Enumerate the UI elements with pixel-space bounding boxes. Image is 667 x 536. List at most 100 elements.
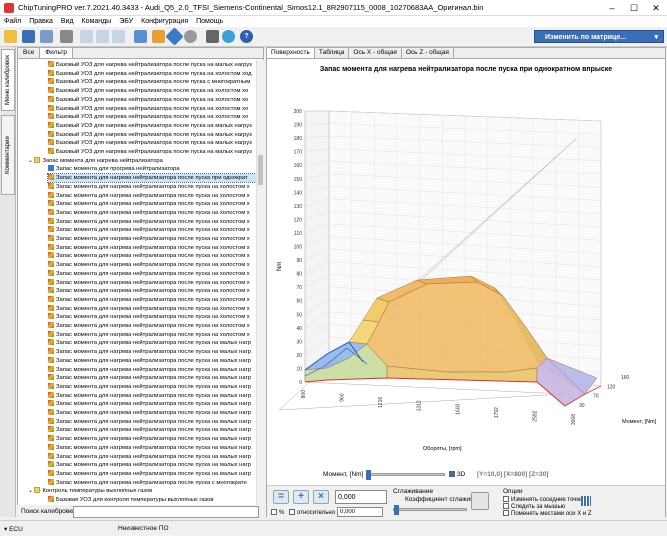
menu-help[interactable]: Помощь: [192, 16, 227, 27]
tree-item[interactable]: Базовая УОЗ для контроля температуры вых…: [48, 496, 256, 504]
torque-slider[interactable]: [366, 470, 445, 480]
tree-item[interactable]: Базовый УОЗ для нагрева нейтрализатора п…: [48, 61, 256, 69]
tree-item[interactable]: Базовый УОЗ для нагрева нейтрализатора п…: [48, 130, 256, 139]
tree-item[interactable]: Запас момента для нагрева нейтрализатора…: [48, 461, 256, 469]
tab-table[interactable]: Таблица: [315, 48, 350, 58]
set-value-button[interactable]: =: [273, 490, 289, 504]
tree-item[interactable]: Базовый УОЗ для нагрева нейтрализатора п…: [48, 69, 256, 78]
tree-item[interactable]: Запас момента для нагрева нейтрализатора…: [48, 339, 256, 347]
tree-item[interactable]: Запас момента для нагрева нейтрализатора…: [48, 269, 256, 278]
tree-item[interactable]: Запас момента для нагрева нейтрализатора…: [48, 478, 256, 487]
smoothing-slider[interactable]: [393, 505, 467, 515]
tree-group[interactable]: ⌄ Запас момента для нагрева нейтрализато…: [28, 156, 256, 165]
tree-item[interactable]: Запас момента для нагрева нейтрализатора…: [48, 191, 256, 200]
tree-item[interactable]: Базовый УОЗ для нагрева нейтрализатора п…: [48, 95, 256, 104]
save-icon[interactable]: [22, 30, 35, 43]
menu-commands[interactable]: Команды: [78, 16, 116, 27]
tree-item[interactable]: Базовый УОЗ для нагрева нейтрализатора п…: [48, 139, 256, 147]
search-icon[interactable]: [184, 30, 197, 43]
maximize-button[interactable]: ☐: [623, 0, 645, 16]
tab-axis-z[interactable]: Ось Z - общая: [402, 48, 454, 58]
side-tab-calibrations[interactable]: Меню калибровок: [1, 49, 15, 111]
tree-item[interactable]: Запас момента для нагрева нейтрализатора…: [48, 426, 256, 434]
tree-item[interactable]: Запас момента для нагрева нейтрализатора…: [48, 322, 256, 330]
tree-item[interactable]: Базовый УОЗ для нагрева нейтрализатора п…: [48, 87, 256, 95]
save-as-icon[interactable]: [40, 30, 53, 43]
tree-item[interactable]: Базовый УОЗ для нагрева нейтрализатора п…: [48, 78, 256, 86]
copy-icon[interactable]: [80, 30, 93, 43]
menu-ecu[interactable]: ЭБУ: [115, 16, 137, 27]
minimize-button[interactable]: –: [601, 0, 623, 16]
search-input[interactable]: [73, 506, 259, 518]
tree-item[interactable]: Запас момента для нагрева нейтрализатора…: [48, 278, 256, 287]
mode-3d-checkbox[interactable]: [449, 471, 455, 477]
tools-icon[interactable]: [152, 30, 165, 43]
tree-item[interactable]: Запас момента для нагрева нейтрализатора…: [48, 443, 256, 452]
tree-item[interactable]: Запас момента для нагрева нейтрализатора…: [48, 295, 256, 304]
globe-icon[interactable]: [222, 30, 235, 43]
tree-item[interactable]: Запас момента для нагрева нейтрализатора…: [48, 435, 256, 443]
menu-config[interactable]: Конфигурация: [137, 16, 192, 27]
tree-item[interactable]: Запас момента для нагрева нейтрализатора…: [48, 182, 256, 191]
tree-item[interactable]: Запас момента для нагрева нейтрализатора…: [48, 252, 256, 260]
smooth-apply-icon[interactable]: [471, 492, 489, 510]
open-folder-icon[interactable]: [4, 30, 17, 43]
tree-item[interactable]: Запас момента для нагрева нейтрализатора…: [48, 391, 256, 400]
connect-icon[interactable]: [206, 30, 219, 43]
tab-axis-x[interactable]: Ось X - общая: [349, 48, 402, 58]
side-tab-comments[interactable]: Комментарии: [1, 115, 15, 195]
tree-item[interactable]: Запас момента для нагрева нейтрализатора…: [48, 243, 256, 252]
tree-item[interactable]: Базовый УОЗ для нагрева нейтрализатора п…: [48, 121, 256, 130]
multiply-value-button[interactable]: ×: [313, 490, 329, 504]
percent-checkbox[interactable]: [271, 509, 277, 515]
tree-item[interactable]: Запас момента для нагрева нейтрализатора…: [48, 226, 256, 234]
print-icon[interactable]: [60, 30, 73, 43]
tree-item[interactable]: Запас момента для нагрева нейтрализатора…: [48, 330, 256, 339]
paste-icon[interactable]: [96, 30, 109, 43]
tree-item[interactable]: Запас момента для нагрева нейтрализатора…: [48, 365, 256, 374]
tree-item[interactable]: Запас момента для нагрева нейтрализатора…: [48, 374, 256, 382]
tree-item[interactable]: Запас момента для нагрева нейтрализатора…: [48, 452, 256, 461]
menu-view[interactable]: Вид: [57, 16, 78, 27]
change-by-matrix-button[interactable]: Изменить по матрице... ▾: [534, 30, 664, 43]
tree-item[interactable]: Запас момента для нагрева нейтрализатора…: [48, 400, 256, 408]
tree-item[interactable]: Запас момента для нагрева нейтрализатора…: [48, 200, 256, 208]
tree-item[interactable]: Базовый УОЗ для нагрева нейтрализатора п…: [48, 148, 256, 156]
tab-filter[interactable]: Фильтр: [40, 48, 74, 58]
close-button[interactable]: ✕: [645, 0, 667, 16]
tree-item[interactable]: Запас момента для нагрева нейтрализатора…: [48, 469, 256, 478]
tree-item[interactable]: Запас момента для нагрева нейтрализатора…: [47, 173, 256, 184]
value-input[interactable]: [335, 490, 387, 504]
tree-item[interactable]: Запас момента для нагрева нейтрализатора…: [48, 287, 256, 295]
tree-item[interactable]: Базовый УОЗ для нагрева нейтрализатора п…: [48, 104, 256, 113]
tree-item[interactable]: Запас момента для нагрева нейтрализатора…: [48, 235, 256, 243]
option-neighbors-checkbox[interactable]: [503, 496, 509, 502]
diamond-icon[interactable]: [165, 27, 184, 46]
tree-item[interactable]: Запас момента для нагрева нейтрализатора…: [48, 348, 256, 356]
graph-icon[interactable]: [134, 30, 147, 43]
tab-all[interactable]: Все: [18, 48, 41, 58]
tree-item[interactable]: Запас момента для нагрева нейтрализатора…: [48, 217, 256, 226]
tree-item[interactable]: Запас момента для нагрева нейтрализатора…: [48, 208, 256, 217]
grid-icon[interactable]: [581, 496, 591, 506]
option-swap-axes-checkbox[interactable]: [503, 510, 509, 516]
tree-item[interactable]: Запас момента для прогрева нейтрализатор…: [48, 165, 256, 173]
tree-scrollbar[interactable]: [256, 60, 264, 536]
tree-item[interactable]: Запас момента для нагрева нейтрализатора…: [48, 382, 256, 391]
menu-edit[interactable]: Правка: [25, 16, 57, 27]
relative-input[interactable]: [337, 507, 383, 517]
tree-item[interactable]: Базовый УОЗ для нагрева нейтрализатора п…: [48, 113, 256, 121]
tree-item[interactable]: Запас момента для нагрева нейтрализатора…: [48, 409, 256, 417]
tree-item[interactable]: Запас момента для нагрева нейтрализатора…: [48, 313, 256, 321]
help-icon[interactable]: ?: [240, 30, 253, 43]
surface-chart[interactable]: 0 10 20 30 40 50 60 70 80 90 100 110 120 130 140 150 160…: [267, 76, 665, 466]
tab-surface[interactable]: Поверхность: [267, 48, 315, 58]
scrollbar-thumb[interactable]: [258, 155, 263, 185]
tree-item[interactable]: Запас момента для нагрева нейтрализатора…: [48, 261, 256, 269]
tree-item[interactable]: Запас момента для нагрева нейтрализатора…: [48, 417, 256, 426]
option-follow-mouse-checkbox[interactable]: [503, 503, 509, 509]
tree-item[interactable]: Запас момента для нагрева нейтрализатора…: [48, 304, 256, 313]
menu-file[interactable]: Файл: [0, 16, 25, 27]
tree-item[interactable]: Запас момента для нагрева нейтрализатора…: [48, 356, 256, 365]
add-value-button[interactable]: +: [293, 490, 309, 504]
